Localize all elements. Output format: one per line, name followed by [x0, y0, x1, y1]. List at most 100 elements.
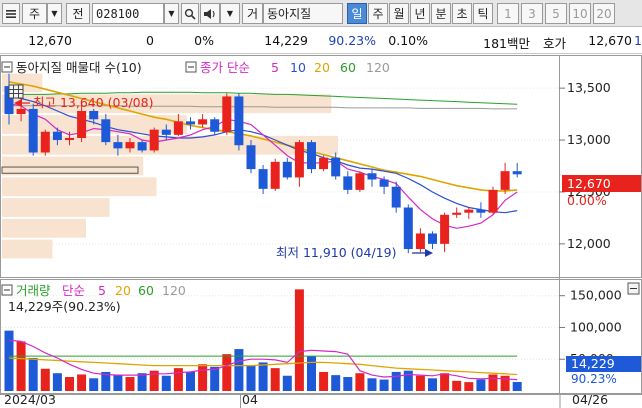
price-tick: 12,000 [567, 236, 611, 251]
period-tab[interactable]: 년 [410, 3, 430, 24]
volume-profile-bar [2, 156, 144, 176]
current-volume-tag: 14,229 90.23% [566, 356, 641, 386]
ma20-legend: 20 [314, 60, 330, 75]
volume-legend: 거래량 단순 5 20 60 120 14,229주(90.23%) [1, 283, 186, 314]
volume-bar [440, 373, 450, 391]
price-tick: 13,000 [567, 132, 611, 147]
period-tab[interactable]: 초 [452, 3, 472, 24]
vol-ma5-legend: 5 [98, 283, 106, 298]
volume-bar [258, 362, 268, 391]
interval-button[interactable]: 5 [545, 3, 567, 24]
ma10-legend: 10 [290, 60, 306, 75]
vol-ma120-legend: 120 [162, 283, 186, 298]
vol-ma60-legend: 60 [138, 283, 154, 298]
candle-body [294, 142, 304, 178]
current-ratio-tag: 90.23% [571, 372, 617, 386]
candle-body [343, 176, 353, 190]
search-button[interactable] [181, 3, 199, 24]
interval-button[interactable]: 3 [521, 3, 543, 24]
candle-body [65, 137, 74, 141]
period-tab[interactable]: 분 [431, 3, 451, 24]
candle-body [331, 157, 341, 177]
candle-body [307, 142, 316, 170]
volume-bar [343, 377, 353, 391]
candle-body [186, 121, 195, 125]
volume-bar [125, 377, 135, 391]
turnover-pct: 0.10% [388, 33, 428, 48]
stock-name-field[interactable]: 동아지질 [263, 3, 343, 24]
high-price-label: 최고 13,640 (03/08) [33, 95, 153, 110]
arrow-right-icon [425, 249, 433, 257]
ma60-legend: 60 [340, 60, 356, 75]
volume-bar [234, 349, 244, 391]
candle-body [452, 212, 462, 215]
volume-bar [355, 373, 365, 391]
high-annotation: 최고 13,640 (03/08) [14, 95, 153, 110]
volume-bar [319, 371, 329, 391]
price-change-pct: 0% [194, 33, 214, 48]
period-tab[interactable]: 월 [389, 3, 409, 24]
market-dropdown-button[interactable]: ▼ [47, 3, 62, 24]
volume-value: 14,229 [264, 33, 308, 48]
stock-code-input[interactable]: 028100 [92, 3, 164, 24]
volume-bar [28, 357, 38, 391]
candle-body [270, 161, 280, 189]
volume-bar [40, 368, 50, 391]
volume-bar [403, 370, 413, 391]
volume-bar [222, 354, 232, 391]
candle-body [77, 110, 87, 138]
stock-code-value: 028100 [96, 6, 140, 21]
ma120-legend: 120 [366, 60, 390, 75]
volume-axis-toggle[interactable] [627, 282, 640, 295]
candle-body [198, 119, 208, 125]
candle-body [16, 108, 26, 115]
speaker-dropdown[interactable]: ▼ [220, 3, 240, 24]
period-tab[interactable]: 주 [368, 3, 388, 24]
speaker-button[interactable] [200, 3, 220, 24]
type-button[interactable]: 거 [242, 3, 263, 24]
x-axis-label: 04 [242, 392, 258, 407]
volume-bar [476, 379, 486, 391]
candle-body [210, 119, 220, 132]
bid-price: 12,670 [588, 33, 632, 48]
candle-body [137, 142, 147, 151]
stock-code-dropdown[interactable]: ▼ [164, 3, 179, 24]
interval-button[interactable]: 20 [593, 3, 615, 24]
candle-body [440, 214, 450, 244]
candle-body [282, 161, 292, 178]
volume-bar [282, 375, 292, 391]
volume-tick: 150,000 [570, 288, 622, 303]
market-select[interactable]: 주 [22, 3, 47, 24]
candle-body [125, 142, 135, 149]
volume-bar [89, 378, 99, 391]
volume-bar [65, 377, 74, 391]
volume-bar [137, 373, 147, 391]
volume-profile-bar [2, 218, 86, 238]
candle-body [52, 131, 62, 141]
volume-bar [464, 382, 474, 391]
prev-button[interactable]: 전 [66, 3, 90, 24]
chevron-down-icon: ▼ [51, 9, 58, 18]
candle-body [40, 131, 50, 153]
volume-axis[interactable]: 150,000 100,000 50,000 [570, 288, 622, 367]
volume-bar [500, 375, 510, 391]
period-tab[interactable]: 일 [347, 3, 367, 24]
price-axis[interactable]: 13,500 13,000 12,500 12,000 [567, 80, 611, 251]
volume-tick: 100,000 [570, 319, 622, 334]
chart-menu-icon[interactable] [2, 3, 20, 24]
candle-body [379, 179, 389, 187]
stock-chart[interactable]: 동아지질 매물대 수(10) 종가 단순 5 10 20 60 120 최고 1… [0, 55, 642, 408]
vol-ma20-legend: 20 [115, 283, 131, 298]
interval-button[interactable]: 1 [497, 3, 519, 24]
bid-extra: 1 [634, 33, 642, 48]
candle-body [246, 145, 256, 170]
period-tab[interactable]: 틱 [473, 3, 493, 24]
volume-bar [428, 378, 437, 391]
interval-button[interactable]: 10 [569, 3, 591, 24]
candle-body [512, 171, 522, 175]
price-legend: 동아지질 매물대 수(10) 종가 단순 5 10 20 60 120 [1, 60, 390, 75]
current-price-tag-value: 12,670 [567, 176, 611, 191]
x-axis-label: 2024/03 [4, 392, 56, 407]
table-icon[interactable] [8, 84, 24, 99]
chevron-down-icon: ▼ [226, 9, 234, 18]
